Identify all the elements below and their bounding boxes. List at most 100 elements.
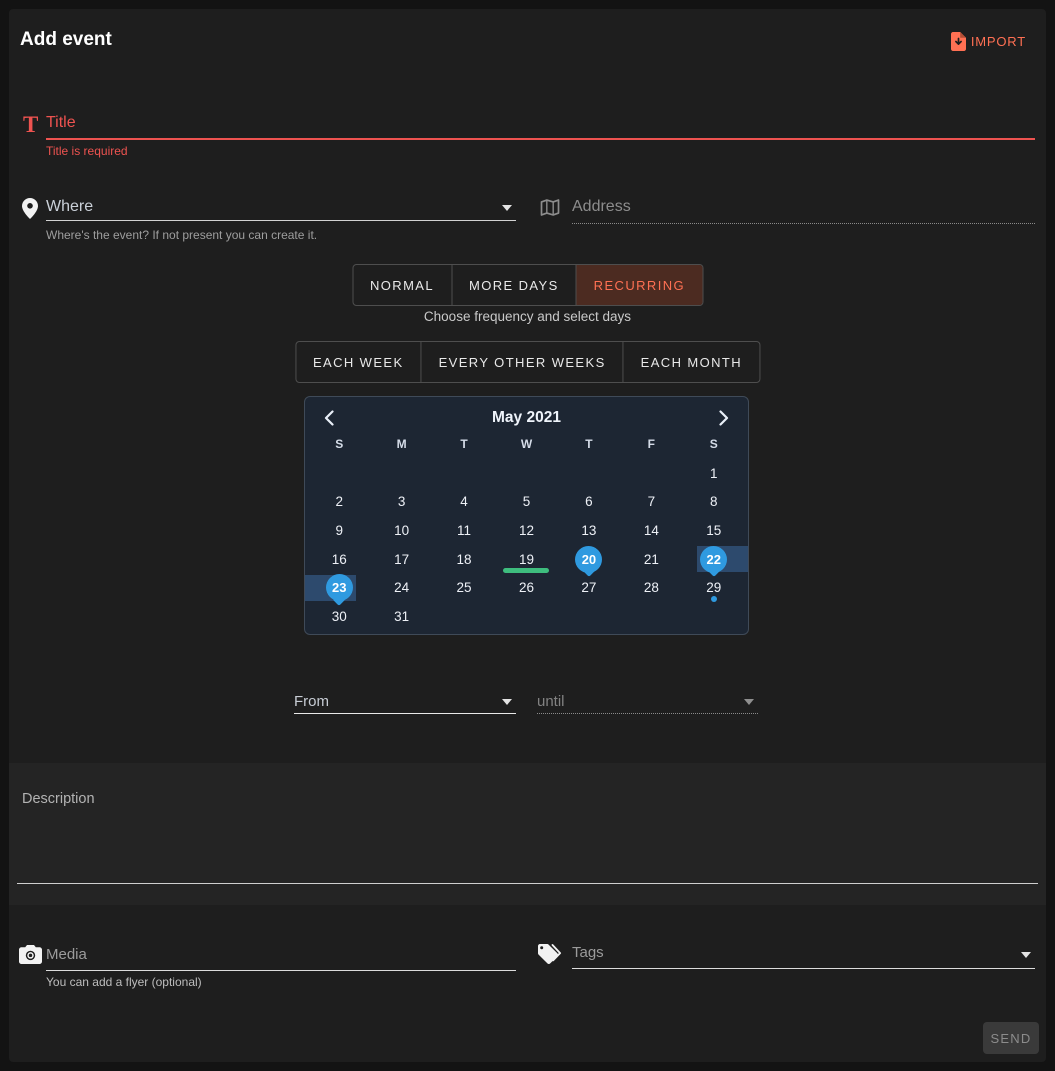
calendar-grid: 1234567891011121314151617181920212223242…: [308, 459, 745, 631]
calendar-day-27[interactable]: 27: [558, 573, 620, 602]
calendar-day-3[interactable]: 3: [370, 488, 432, 517]
calendar-day-13[interactable]: 13: [558, 516, 620, 545]
import-button[interactable]: IMPORT: [947, 30, 1030, 53]
send-button[interactable]: SEND: [983, 1022, 1039, 1054]
calendar-day-empty: [558, 459, 620, 488]
calendar-day-25[interactable]: 25: [433, 573, 495, 602]
day-number: 9: [335, 523, 343, 538]
calendar-day-empty: [558, 602, 620, 631]
calendar-day-23[interactable]: 23: [308, 573, 370, 602]
calendar-weekdays: SMTWTFS: [308, 434, 745, 455]
calendar-day-2[interactable]: 2: [308, 488, 370, 517]
calendar-day-17[interactable]: 17: [370, 545, 432, 574]
tags-placeholder: Tags: [572, 944, 604, 961]
day-number: 5: [523, 494, 531, 509]
chevron-down-icon: [1021, 952, 1031, 958]
weekday-label: F: [620, 434, 682, 455]
calendar-day-empty: [495, 602, 557, 631]
tab-more-days[interactable]: MORE DAYS: [451, 265, 576, 305]
day-number: 31: [394, 609, 409, 624]
calendar-day-5[interactable]: 5: [495, 488, 557, 517]
address-input[interactable]: [572, 196, 1035, 224]
calendar-day-20[interactable]: 20: [558, 545, 620, 574]
weekday-label: S: [308, 434, 370, 455]
calendar-day-4[interactable]: 4: [433, 488, 495, 517]
tab-each-week[interactable]: EACH WEEK: [296, 342, 421, 382]
day-number: 8: [710, 494, 718, 509]
calendar-day-14[interactable]: 14: [620, 516, 682, 545]
from-select[interactable]: From: [294, 693, 516, 714]
day-number: 7: [648, 494, 656, 509]
calendar-day-empty: [308, 459, 370, 488]
frequency-tabs: EACH WEEKEVERY OTHER WEEKSEACH MONTH: [295, 341, 760, 383]
calendar-day-empty: [620, 602, 682, 631]
calendar-day-10[interactable]: 10: [370, 516, 432, 545]
chevron-down-icon: [502, 699, 512, 705]
weekday-label: M: [370, 434, 432, 455]
tab-normal[interactable]: NORMAL: [353, 265, 451, 305]
chevron-down-icon: [502, 205, 512, 211]
title-input[interactable]: [46, 110, 1035, 140]
day-number: 1: [710, 466, 718, 481]
weekday-label: T: [433, 434, 495, 455]
calendar-day-9[interactable]: 9: [308, 516, 370, 545]
tab-every-other-weeks[interactable]: EVERY OTHER WEEKS: [421, 342, 623, 382]
day-number: 18: [457, 552, 472, 567]
calendar-day-11[interactable]: 11: [433, 516, 495, 545]
calendar-day-24[interactable]: 24: [370, 573, 432, 602]
where-helper-text: Where's the event? If not present you ca…: [46, 228, 317, 242]
calendar-day-6[interactable]: 6: [558, 488, 620, 517]
day-number: 15: [706, 523, 721, 538]
description-label: Description: [22, 791, 95, 807]
tab-each-month[interactable]: EACH MONTH: [623, 342, 759, 382]
day-number: 30: [332, 609, 347, 624]
camera-icon: [19, 945, 42, 969]
day-number: 10: [394, 523, 409, 538]
map-icon: [540, 199, 560, 221]
day-number: 17: [394, 552, 409, 567]
calendar-day-15[interactable]: 15: [683, 516, 745, 545]
day-number: 13: [581, 523, 596, 538]
calendar-day-8[interactable]: 8: [683, 488, 745, 517]
calendar-day-12[interactable]: 12: [495, 516, 557, 545]
where-placeholder: Where: [46, 198, 93, 216]
add-event-dialog: Add event IMPORT T Title is required Whe…: [9, 9, 1046, 1062]
calendar-day-empty: [433, 459, 495, 488]
calendar-day-26[interactable]: 26: [495, 573, 557, 602]
tab-recurring[interactable]: RECURRING: [576, 265, 702, 305]
calendar-week-row: 1: [308, 459, 745, 488]
chevron-right-icon: [719, 410, 729, 426]
description-textarea[interactable]: Description: [9, 763, 1046, 905]
from-placeholder: From: [294, 693, 329, 710]
calendar-day-19[interactable]: 19: [495, 545, 557, 574]
until-select[interactable]: until: [537, 693, 758, 714]
tags-select[interactable]: Tags: [572, 944, 1035, 969]
calendar-day-16[interactable]: 16: [308, 545, 370, 574]
day-number: 2: [335, 494, 343, 509]
day-number: 24: [394, 580, 409, 595]
calendar-day-22[interactable]: 22: [683, 545, 745, 574]
calendar-day-1[interactable]: 1: [683, 459, 745, 488]
calendar-day-18[interactable]: 18: [433, 545, 495, 574]
day-number: 11: [457, 523, 471, 538]
file-import-icon: [951, 32, 966, 51]
calendar-next-button[interactable]: [717, 408, 731, 428]
where-select[interactable]: Where: [46, 198, 516, 221]
media-input[interactable]: [46, 944, 516, 971]
calendar-day-31[interactable]: 31: [370, 602, 432, 631]
calendar-day-28[interactable]: 28: [620, 573, 682, 602]
calendar-day-30[interactable]: 30: [308, 602, 370, 631]
calendar-day-empty: [370, 459, 432, 488]
selected-day-balloon: 23: [326, 574, 353, 601]
calendar: May 2021 SMTWTFS 12345678910111213141516…: [304, 396, 749, 635]
calendar-day-empty: [683, 602, 745, 631]
calendar-day-29[interactable]: 29: [683, 573, 745, 602]
description-underline: [17, 883, 1038, 884]
day-number: 25: [457, 580, 472, 595]
calendar-day-21[interactable]: 21: [620, 545, 682, 574]
selected-day-balloon: 22: [700, 546, 727, 573]
title-error-text: Title is required: [46, 144, 128, 158]
calendar-prev-button[interactable]: [322, 408, 336, 428]
day-number: 6: [585, 494, 593, 509]
calendar-day-7[interactable]: 7: [620, 488, 682, 517]
